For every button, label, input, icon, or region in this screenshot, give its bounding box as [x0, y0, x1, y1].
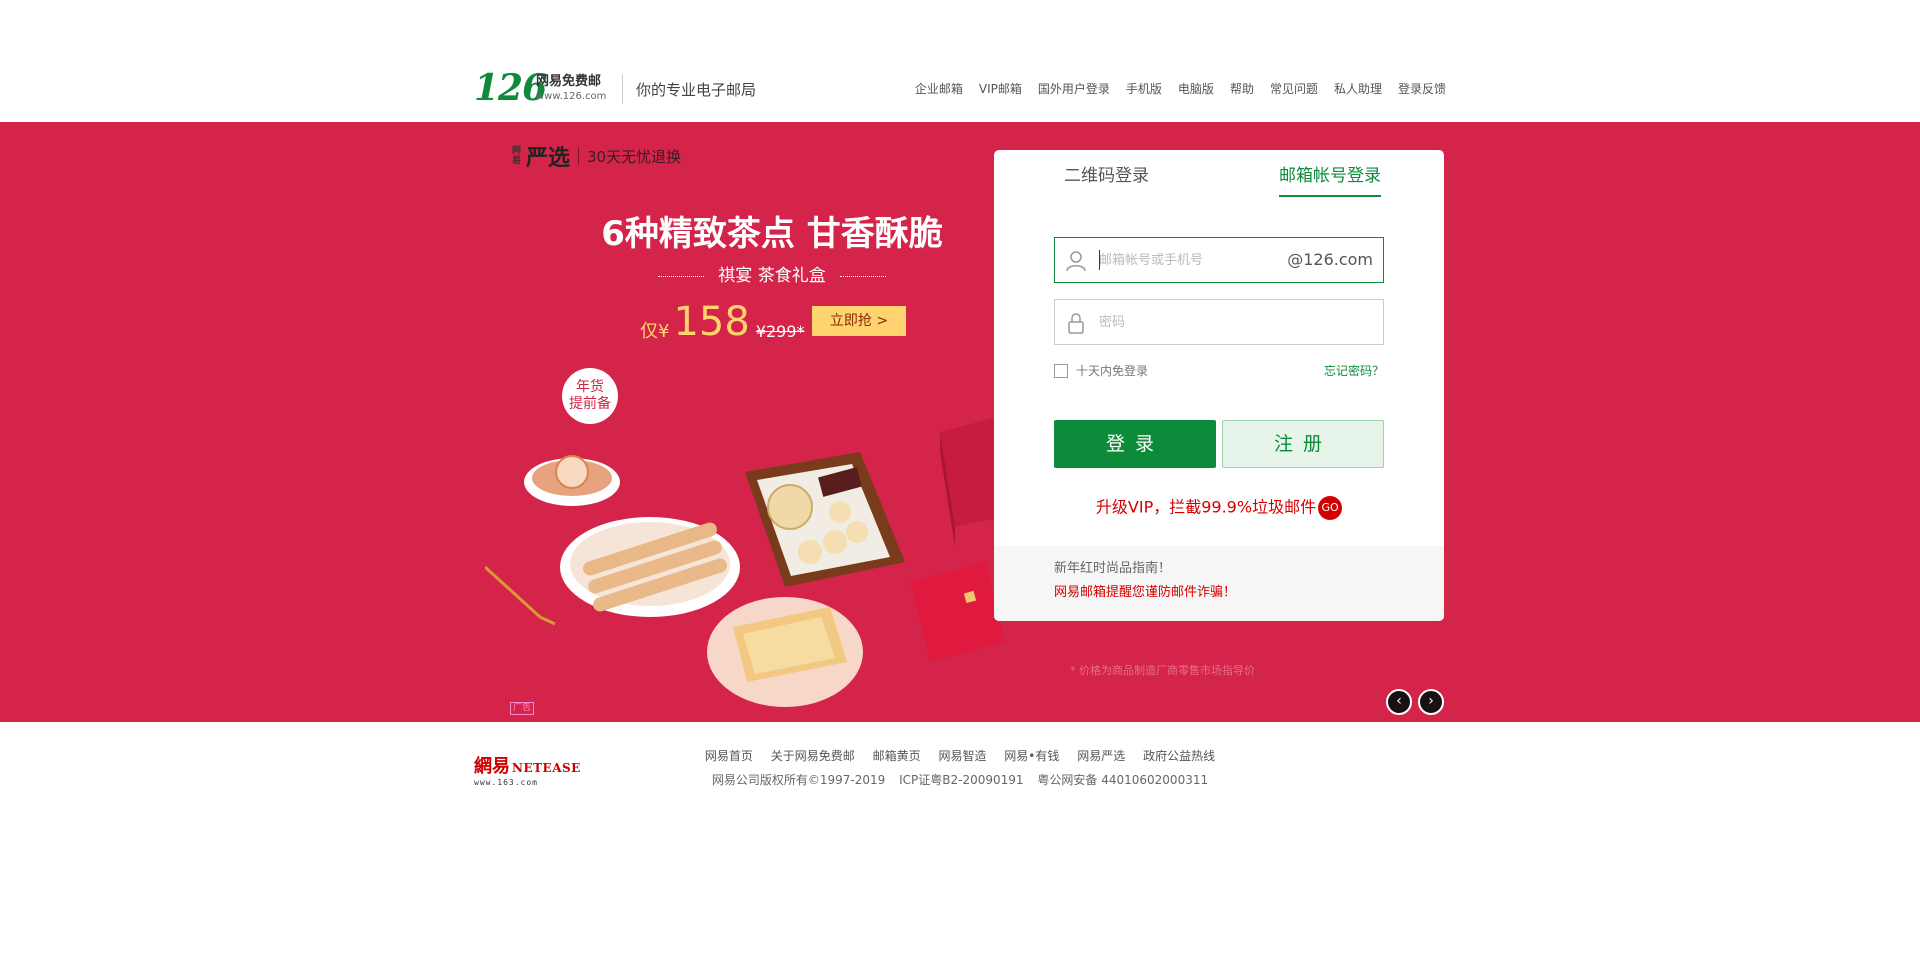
logo-url: www.126.com [536, 91, 607, 102]
login-tabs: 二维码登录 邮箱帐号登录 [994, 150, 1444, 210]
footer-link-yellowpages[interactable]: 邮箱黄页 [873, 749, 921, 763]
banner-headline: 6种精致茶点 甘香酥脆 [601, 214, 943, 254]
price-disclaimer: * 价格为商品制造厂商零售市场指导价 [1070, 664, 1255, 677]
copyright: 网易公司版权所有©1997-2019 ICP证粤B2-20090191 粤公网安… [0, 772, 1920, 788]
ad-banner[interactable]: 网易 严选 30天无忧退换 6种精致茶点 甘香酥脆 祺宴 茶食礼盒 仅¥ 158… [0, 122, 1920, 722]
chevron-left-icon[interactable]: ‹ [1386, 689, 1412, 715]
icp-link[interactable]: ICP证粤B2-20090191 [899, 773, 1023, 787]
nav-vip-mail[interactable]: VIP邮箱 [979, 81, 1022, 97]
banner-subline: 祺宴 茶食礼盒 [512, 264, 1032, 288]
chevron-right-icon[interactable]: › [1418, 689, 1444, 715]
badge-line-2: 提前备 [569, 396, 611, 412]
notice-link-1[interactable]: 新年红时尚品指南！ [1054, 560, 1171, 578]
password-field[interactable] [1054, 299, 1384, 345]
brand-small: 网易 [512, 146, 522, 166]
copyright-text: 网易公司版权所有©1997-2019 [711, 773, 886, 787]
footer-link-about[interactable]: 关于网易免费邮 [771, 749, 855, 763]
password-input[interactable] [1099, 300, 1299, 344]
text-caret [1099, 250, 1100, 270]
user-icon [1066, 251, 1086, 272]
header: 126 网易免费邮 www.126.com 你的专业电子邮局 企业邮箱 VIP邮… [0, 0, 1920, 122]
footer-link-zhizao[interactable]: 网易智造 [938, 749, 986, 763]
logo-divider [622, 74, 623, 104]
price-value: 158 [673, 299, 750, 345]
price-prefix: 仅¥ [640, 321, 670, 342]
brand-separator [578, 147, 580, 165]
remember-me[interactable]: 十天内免登录 [1054, 362, 1148, 379]
remember-label: 十天内免登录 [1076, 364, 1149, 378]
nav-mobile[interactable]: 手机版 [1126, 81, 1162, 97]
login-button[interactable]: 登录 [1054, 420, 1216, 468]
nav-faq[interactable]: 常见问题 [1270, 81, 1318, 97]
footer-link-youqian[interactable]: 网易•有钱 [1004, 749, 1059, 763]
lock-icon [1068, 313, 1084, 334]
tab-qr-login[interactable]: 二维码登录 [1064, 163, 1149, 195]
header-inner: 126 网易免费邮 www.126.com 你的专业电子邮局 企业邮箱 VIP邮… [474, 62, 1446, 112]
top-nav: 企业邮箱 VIP邮箱 国外用户登录 手机版 电脑版 帮助 常见问题 私人助理 登… [915, 81, 1446, 97]
buy-now-button[interactable]: 立即抢 > [812, 306, 906, 336]
nav-help[interactable]: 帮助 [1230, 81, 1254, 97]
nav-desktop[interactable]: 电脑版 [1178, 81, 1214, 97]
register-button[interactable]: 注册 [1222, 420, 1384, 468]
login-panel: 二维码登录 邮箱帐号登录 @126.com 十天内免登录 忘记密码？ 登录 注 [994, 150, 1444, 621]
brand-name: 严选 [526, 145, 571, 171]
vip-text: 升级VIP，拦截99.9%垃圾邮件 [1095, 497, 1317, 517]
badge-line-1: 年货 [576, 379, 604, 395]
username-field[interactable]: @126.com [1054, 237, 1384, 283]
go-icon[interactable]: GO [1318, 496, 1343, 520]
yanxuan-brand: 网易 严选 30天无忧退换 [512, 140, 681, 172]
vip-upgrade-link[interactable]: 升级VIP，拦截99.9%垃圾邮件 GO [994, 496, 1444, 520]
nav-overseas-login[interactable]: 国外用户登录 [1038, 81, 1110, 97]
price-old: ¥299* [755, 322, 805, 341]
nav-assistant[interactable]: 私人助理 [1334, 81, 1382, 97]
footer-nav: 网易首页 关于网易免费邮 邮箱黄页 网易智造 网易•有钱 网易严选 政府公益热线 [0, 748, 1920, 764]
slogan: 你的专业电子邮局 [636, 81, 757, 99]
footer-link-yanxuan[interactable]: 网易严选 [1077, 749, 1125, 763]
footer-link-gov-hotline[interactable]: 政府公益热线 [1143, 749, 1215, 763]
username-input[interactable] [1099, 238, 1299, 282]
forgot-password-link[interactable]: 忘记密码？ [1324, 362, 1384, 379]
notice-link-2[interactable]: 网易邮箱提醒您谨防邮件诈骗！ [1054, 584, 1236, 602]
police-record-link[interactable]: 粤公网安备 44010602000311 [1037, 773, 1208, 787]
brand-promo: 30天无忧退换 [587, 147, 682, 166]
price-row: 仅¥ 158 ¥299* [640, 300, 805, 344]
remember-checkbox[interactable] [1054, 363, 1068, 378]
logo-text: 网易免费邮 [536, 74, 602, 89]
tab-mail-login[interactable]: 邮箱帐号登录 [1279, 163, 1381, 197]
footer: 網易 NETEASE www.163.com 网易首页 关于网易免费邮 邮箱黄页 … [0, 722, 1920, 971]
nav-enterprise-mail[interactable]: 企业邮箱 [915, 81, 963, 97]
new-year-badge: 年货 提前备 [562, 368, 618, 424]
nav-feedback[interactable]: 登录反馈 [1398, 81, 1446, 97]
ad-tag: 广告 [510, 702, 535, 715]
domain-suffix: @126.com [1287, 250, 1373, 269]
footer-link-home[interactable]: 网易首页 [705, 749, 753, 763]
login-notices: 新年红时尚品指南！ 网易邮箱提醒您谨防邮件诈骗！ [994, 546, 1444, 621]
